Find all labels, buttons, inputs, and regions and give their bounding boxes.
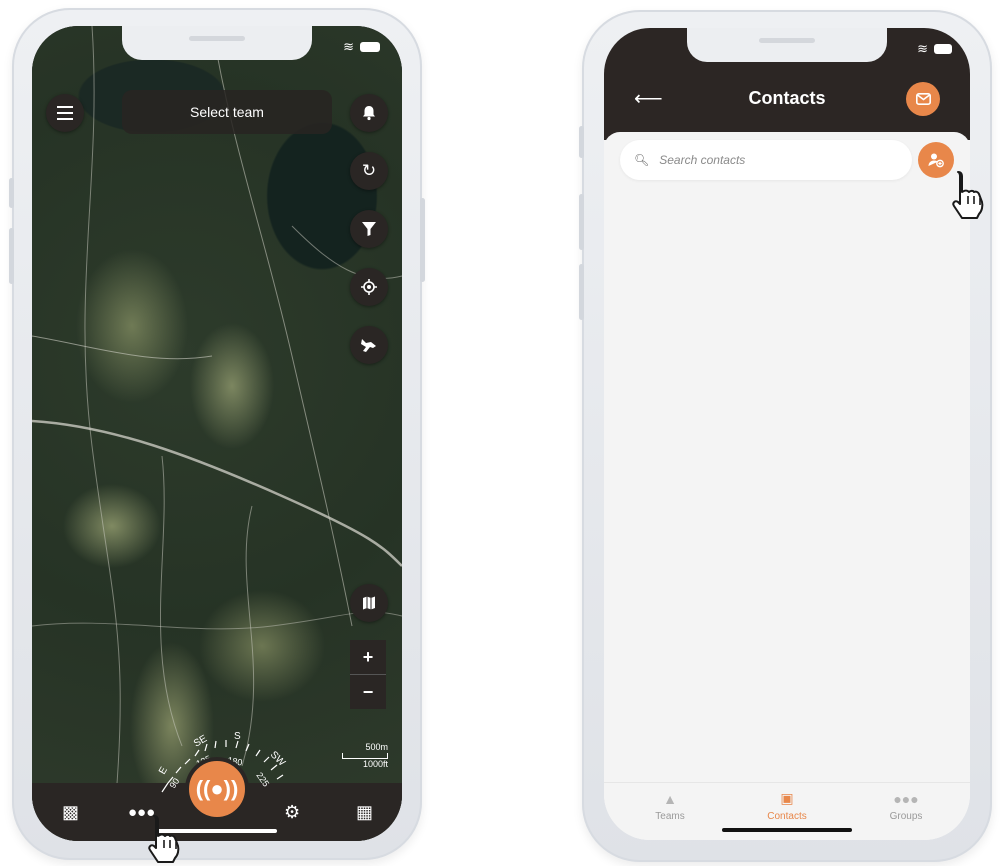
notifications-button[interactable] [350, 94, 388, 132]
zoom-in-button[interactable]: + [350, 640, 386, 674]
compass-label-e: E [157, 765, 170, 777]
tab-contacts[interactable]: ▣ Contacts [747, 790, 827, 822]
bell-icon [363, 106, 375, 121]
refresh-icon: ↻ [361, 161, 377, 180]
notch [687, 28, 887, 62]
tab-contacts-label: Contacts [767, 811, 807, 822]
status-bar: ≋ [343, 40, 380, 53]
contacts-icon: ▣ [780, 790, 794, 806]
contacts-list-area [604, 132, 970, 840]
side-button [9, 178, 14, 208]
map-screen: ≋ Select team ↻ + − 500m 1000ft E SE S S… [32, 26, 402, 841]
battery-icon [934, 43, 952, 54]
search-icon: 🔍︎ [634, 153, 650, 167]
hamburger-icon [57, 106, 73, 120]
filter-button[interactable] [350, 210, 388, 248]
tab-teams[interactable]: ▲ Teams [630, 791, 710, 822]
side-button [420, 198, 425, 282]
locate-button[interactable] [350, 268, 388, 306]
compass-label-s: S [234, 731, 241, 742]
select-team-button[interactable]: Select team [122, 90, 332, 134]
contacts-screen: ⟵ Contacts ≋ 🔍︎ ▲ Teams ▣ Conta [604, 28, 970, 840]
tab-teams-label: Teams [655, 811, 685, 822]
alert-icon: ((●)) [195, 776, 239, 801]
chat-icon[interactable]: ▩ [62, 802, 79, 823]
compass-label-sw: SW [268, 749, 288, 769]
status-bar: ≋ [917, 42, 952, 55]
mail-icon [915, 93, 931, 105]
scale-bottom-label: 1000ft [362, 759, 388, 769]
compass-degree-90: 90 [167, 776, 181, 790]
tab-groups[interactable]: ●●● Groups [866, 791, 946, 822]
compass-label-se: SE [192, 733, 209, 749]
battery-icon [360, 41, 380, 52]
crosshair-icon [361, 279, 377, 295]
divider [350, 674, 386, 675]
teams-icon: ▲ [663, 791, 677, 807]
dog-icon [361, 339, 376, 352]
side-button [9, 228, 14, 284]
menu-button[interactable] [46, 94, 84, 132]
phone-frame-contacts: ⟵ Contacts ≋ 🔍︎ ▲ Teams ▣ Conta [579, 10, 992, 862]
phone-frame-map: ≋ Select team ↻ + − 500m 1000ft E SE S S… [9, 8, 425, 860]
speaker [759, 38, 815, 43]
tab-groups-label: Groups [889, 811, 923, 822]
pointer-hand-icon [148, 815, 180, 863]
notch [122, 26, 312, 60]
speaker [189, 36, 245, 41]
wifi-icon: ≋ [343, 39, 354, 54]
scale-top-label: 500m [365, 742, 388, 752]
side-button [579, 126, 584, 158]
side-button [579, 264, 584, 320]
groups-icon: ●●● [893, 791, 919, 807]
pointer-hand-icon [952, 171, 984, 219]
map-layers-button[interactable] [350, 584, 388, 622]
settings-icon[interactable]: ⚙ [284, 802, 300, 823]
map-icon [363, 596, 375, 610]
filter-icon [362, 222, 376, 236]
side-button [579, 194, 584, 250]
add-contact-icon [928, 153, 944, 168]
mail-button[interactable] [906, 82, 940, 116]
compass-degree-225: 225 [254, 770, 271, 788]
search-bar[interactable]: 🔍︎ [620, 140, 912, 180]
wifi-icon: ≋ [917, 41, 928, 56]
refresh-button[interactable]: ↻ [350, 152, 388, 190]
search-input[interactable] [659, 153, 880, 167]
zoom-out-button[interactable]: − [350, 675, 386, 709]
map-scale: 500m 1000ft [342, 742, 388, 769]
calendar-icon[interactable]: ▦ [356, 802, 373, 823]
dog-button[interactable] [350, 326, 388, 364]
home-indicator [722, 828, 852, 832]
